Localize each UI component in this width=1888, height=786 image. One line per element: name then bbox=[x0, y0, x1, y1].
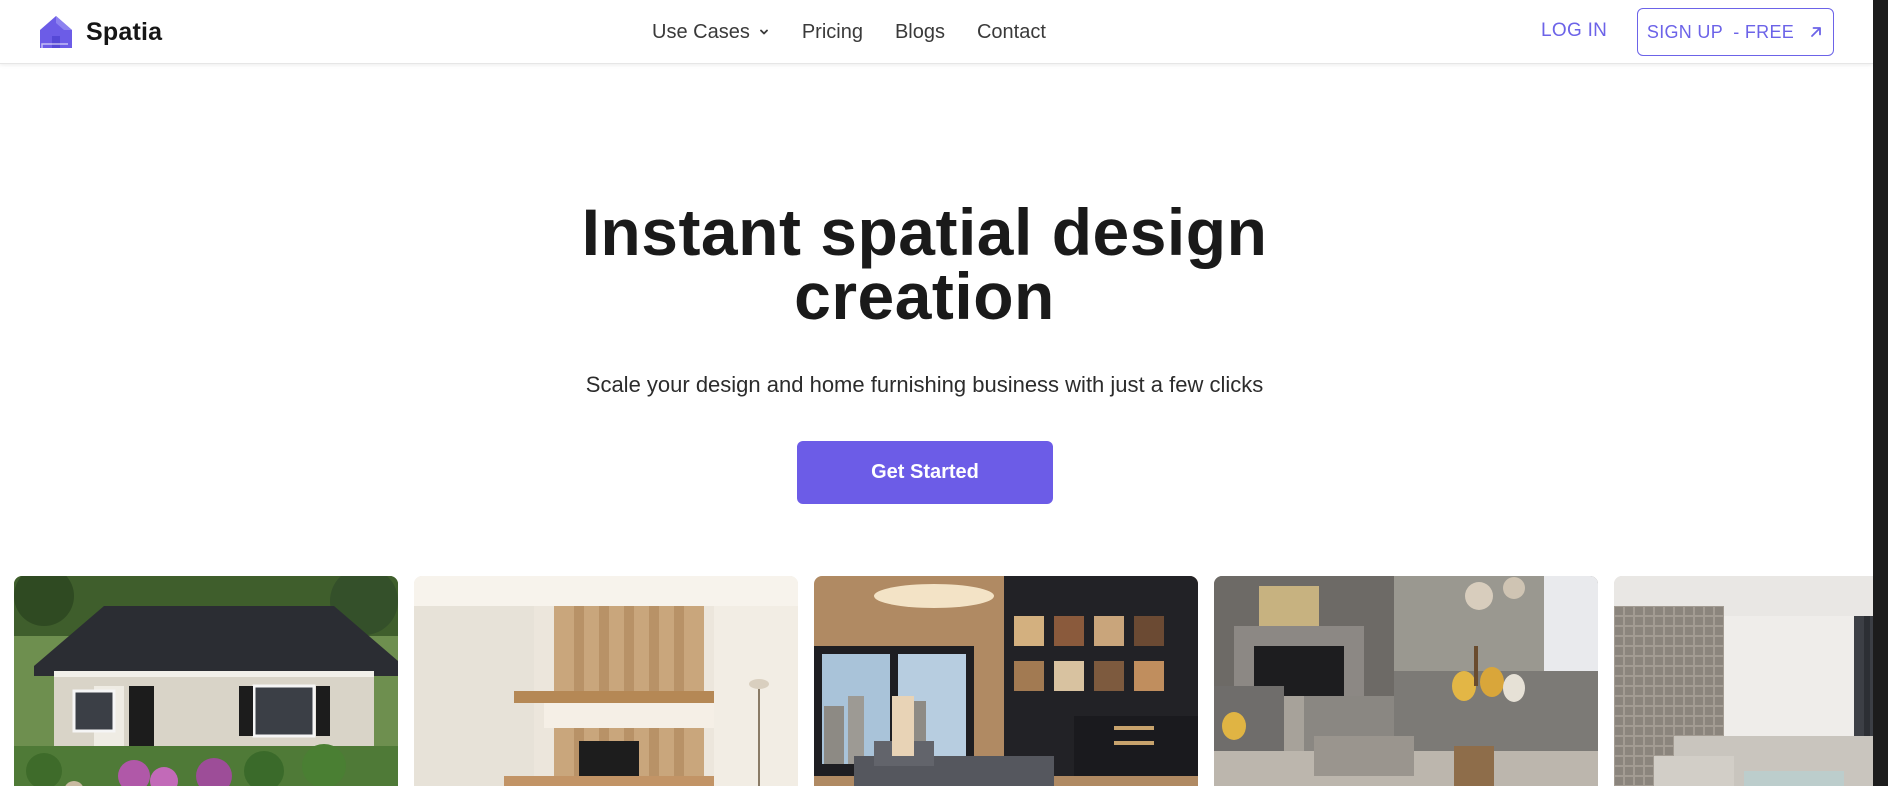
gallery-image-living-room-bookshelf[interactable] bbox=[814, 576, 1198, 786]
login-button[interactable]: LOG IN bbox=[1541, 20, 1607, 42]
nav-item-label: Pricing bbox=[801, 20, 863, 43]
nav-item-label: Use Cases bbox=[652, 20, 750, 43]
gallery-image-house-exterior[interactable] bbox=[14, 576, 398, 786]
nav-item-contact[interactable]: Contact bbox=[977, 21, 1046, 44]
nav-item-label: Contact bbox=[976, 20, 1046, 43]
nav-item-blogs[interactable]: Blogs bbox=[895, 21, 945, 44]
brand[interactable]: Spatia bbox=[38, 14, 162, 50]
living-room-fireplace-image bbox=[1214, 576, 1598, 786]
get-started-button[interactable]: Get Started bbox=[797, 441, 1053, 504]
gallery-image-living-room-fireplace[interactable] bbox=[1214, 576, 1598, 786]
chevron-down-icon bbox=[759, 29, 768, 35]
house-logo-icon bbox=[40, 16, 72, 48]
top-navigation-bar: Spatia Use Cases Pricing Blogs Contact L… bbox=[0, 0, 1873, 64]
nav-item-label: Blogs bbox=[894, 20, 945, 43]
hero-title-line-2: creation bbox=[794, 259, 1055, 333]
house-exterior-image bbox=[14, 576, 398, 786]
gallery-image-wood-tv-wall[interactable] bbox=[414, 576, 798, 786]
brand-name: Spatia bbox=[86, 17, 163, 46]
design-gallery bbox=[14, 576, 1873, 786]
signup-free-button[interactable]: SIGN UP - FREE bbox=[1637, 8, 1834, 56]
hero-title-line-1: Instant spatial design bbox=[581, 195, 1268, 269]
gallery-image-modern-lounge[interactable] bbox=[1614, 576, 1873, 786]
nav-item-use-cases[interactable]: Use Cases bbox=[652, 21, 770, 44]
nav-item-pricing[interactable]: Pricing bbox=[802, 21, 863, 44]
arrow-up-right-icon bbox=[1811, 27, 1821, 37]
signup-label: SIGN UP - FREE bbox=[1646, 21, 1795, 42]
main-navigation: Use Cases Pricing Blogs Contact bbox=[652, 0, 1046, 64]
wood-tv-wall-image bbox=[414, 576, 798, 786]
hero-subtitle: Scale your design and home furnishing bu… bbox=[585, 372, 1264, 397]
page: Spatia Use Cases Pricing Blogs Contact L… bbox=[0, 0, 1873, 786]
window-edge bbox=[1873, 0, 1888, 786]
modern-lounge-image bbox=[1614, 576, 1873, 786]
hero-title: Instant spatial design creation bbox=[0, 199, 1849, 329]
living-room-bookshelf-image bbox=[814, 576, 1198, 786]
